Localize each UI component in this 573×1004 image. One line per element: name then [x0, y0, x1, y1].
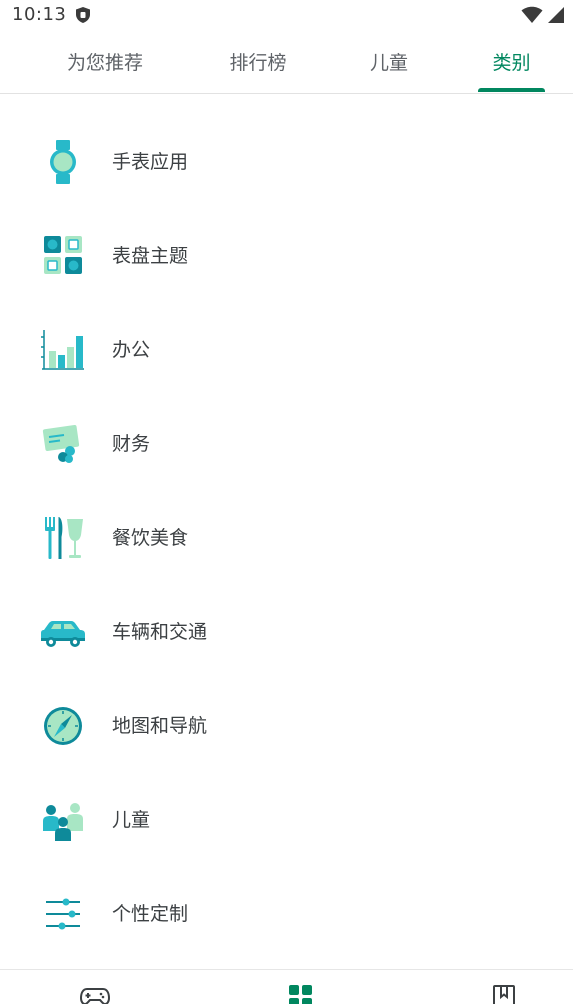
kids-icon	[38, 797, 88, 843]
shield-icon	[76, 7, 90, 23]
watch-icon	[38, 139, 88, 185]
wifi-icon	[521, 6, 543, 23]
category-item-food-drink[interactable]: 餐饮美食	[0, 491, 573, 585]
car-icon	[38, 609, 88, 655]
books-icon[interactable]	[489, 984, 519, 1004]
category-label: 表盘主题	[112, 245, 189, 267]
category-label: 个性定制	[112, 903, 189, 925]
category-item-watch-apps[interactable]: 手表应用	[0, 115, 573, 209]
category-label: 餐饮美食	[112, 527, 189, 549]
category-item-kids[interactable]: 儿童	[0, 773, 573, 867]
category-label: 手表应用	[112, 151, 189, 173]
finance-card-icon	[38, 421, 88, 467]
tab-categories[interactable]: 类别	[474, 30, 549, 93]
category-item-watch-faces[interactable]: 表盘主题	[0, 209, 573, 303]
category-tabs: 为您推荐 排行榜 儿童 类别	[0, 30, 573, 94]
status-bar: 10:13	[0, 0, 573, 30]
tab-rankings[interactable]: 排行榜	[208, 30, 308, 93]
category-label: 儿童	[112, 809, 151, 831]
games-icon[interactable]	[80, 984, 110, 1004]
category-label: 车辆和交通	[112, 621, 208, 643]
apps-icon[interactable]	[286, 984, 316, 1004]
office-chart-icon	[38, 327, 88, 373]
category-item-office[interactable]: 办公	[0, 303, 573, 397]
category-item-finance[interactable]: 财务	[0, 397, 573, 491]
sliders-icon	[38, 891, 88, 937]
signal-icon	[548, 7, 564, 23]
tab-recommended[interactable]: 为您推荐	[50, 30, 160, 93]
food-drink-icon	[38, 515, 88, 561]
category-item-vehicles[interactable]: 车辆和交通	[0, 585, 573, 679]
tab-kids[interactable]: 儿童	[349, 30, 429, 93]
active-tab-indicator	[478, 88, 545, 92]
screen: 10:13 为您推荐 排行榜 儿童 类别 手表应用 表盘主题 办公 财务 餐饮美…	[0, 0, 573, 1004]
compass-icon	[38, 703, 88, 749]
category-item-personalization[interactable]: 个性定制	[0, 867, 573, 961]
category-label: 财务	[112, 433, 151, 455]
status-time: 10:13	[12, 4, 67, 25]
bottom-navigation	[0, 969, 573, 1004]
watch-face-grid-icon	[38, 233, 88, 279]
category-label: 办公	[112, 339, 151, 361]
category-label: 地图和导航	[112, 715, 208, 737]
category-item-maps[interactable]: 地图和导航	[0, 679, 573, 773]
